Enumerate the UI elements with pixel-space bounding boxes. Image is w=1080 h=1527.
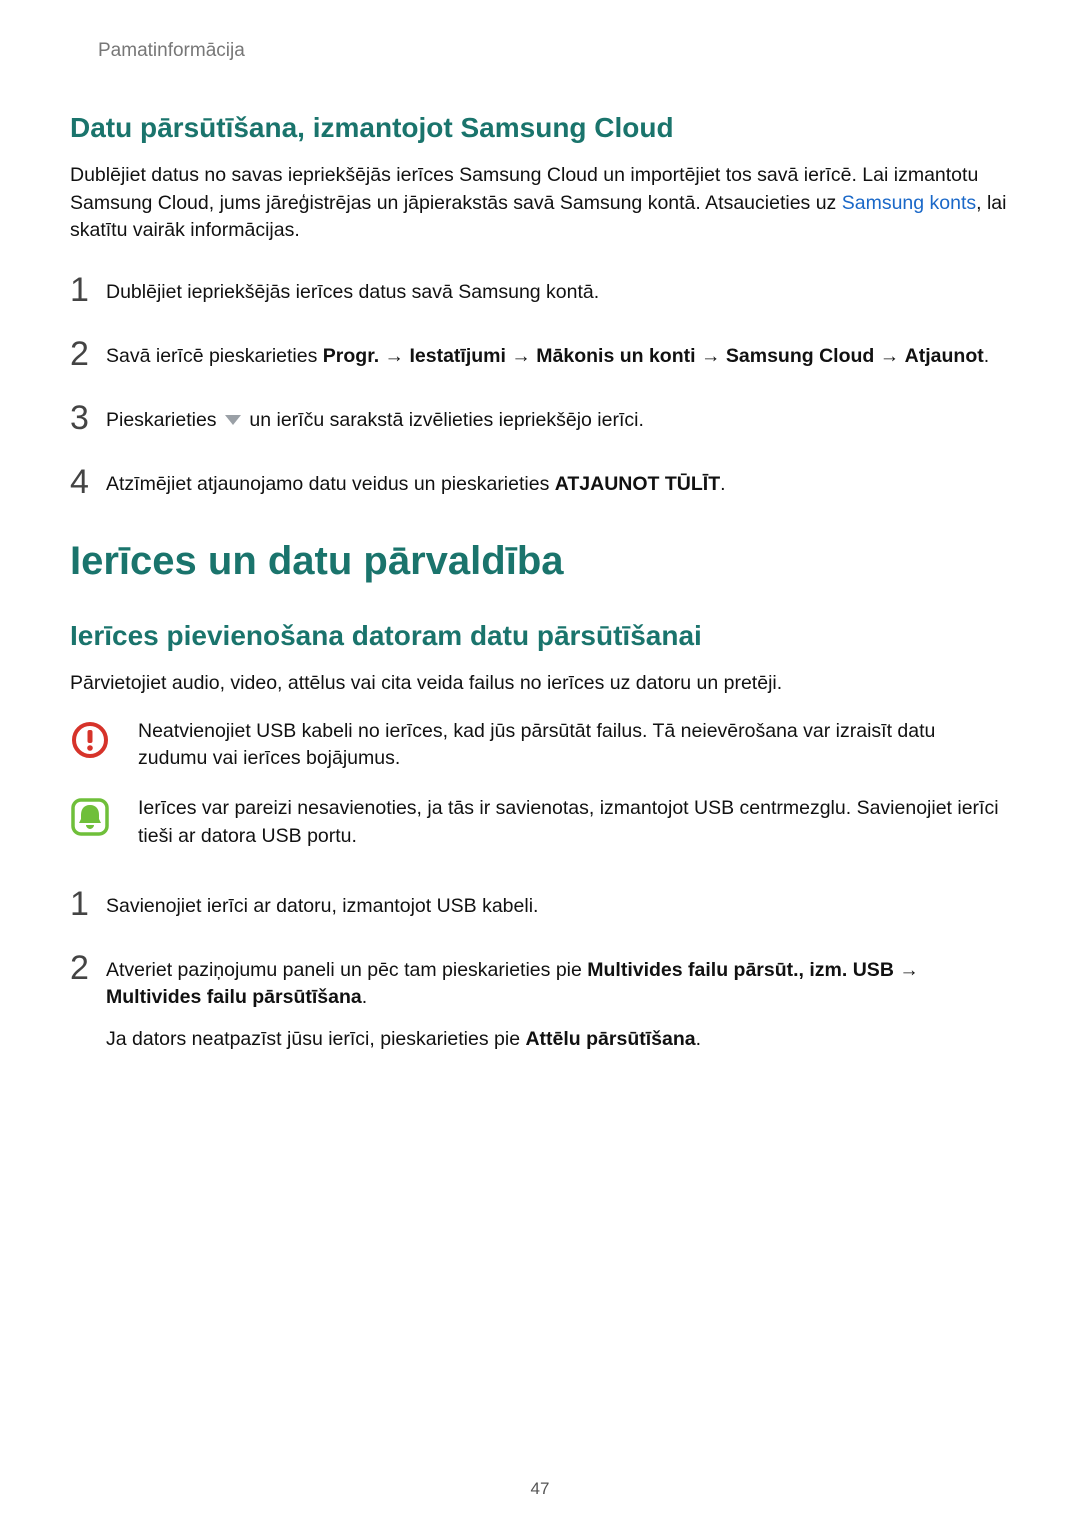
step-text: Atzīmējiet atjaunojamo datu veidus un pi…	[106, 465, 726, 499]
section2-subtitle: Ierīces pievienošana datoram datu pārsūt…	[70, 620, 1010, 652]
bold-text: Mākonis un konti	[536, 345, 695, 367]
section2-intro: Pārvietojiet audio, video, attēlus vai c…	[70, 670, 1010, 698]
section1-step2: 2 Savā ierīcē pieskarieties Progr. → Ies…	[70, 337, 1010, 371]
text: →	[894, 959, 919, 981]
page-number: 47	[0, 1479, 1080, 1499]
section1-title: Datu pārsūtīšana, izmantojot Samsung Clo…	[70, 112, 1010, 144]
step-number: 2	[70, 337, 106, 371]
bold-text: Multivides failu pārsūt., izm. USB	[587, 959, 894, 981]
warning-icon	[70, 720, 110, 760]
samsung-konts-link[interactable]: Samsung konts	[842, 192, 976, 214]
warning-text: Neatvienojiet USB kabeli no ierīces, kad…	[138, 718, 1010, 773]
bold-text: Samsung Cloud	[726, 345, 874, 367]
section1-step4: 4 Atzīmējiet atjaunojamo datu veidus un …	[70, 465, 1010, 499]
step-number: 1	[70, 273, 106, 307]
bold-text: Attēlu pārsūtīšana	[525, 1028, 695, 1050]
bold-text: Iestatījumi	[409, 345, 505, 367]
section1-step1: 1 Dublējiet iepriekšējās ierīces datus s…	[70, 273, 1010, 307]
text: Savā ierīcē pieskarieties	[106, 345, 323, 367]
step-number: 1	[70, 887, 106, 921]
text: .	[984, 345, 989, 367]
text: Pieskarieties	[106, 409, 222, 431]
text: Atzīmējiet atjaunojamo datu veidus un pi…	[106, 473, 555, 495]
text: Ja dators neatpazīst jūsu ierīci, pieska…	[106, 1028, 525, 1050]
bold-text: Multivides failu pārsūtīšana	[106, 986, 362, 1008]
text: .	[696, 1028, 701, 1050]
page-header: Pamatinformācija	[98, 40, 1010, 62]
info-text: Ierīces var pareizi nesavienoties, ja tā…	[138, 795, 1010, 850]
step-number: 4	[70, 465, 106, 499]
text: .	[720, 473, 725, 495]
bold-text: Atjaunot	[905, 345, 984, 367]
section2-step2: 2 Atveriet paziņojumu paneli un pēc tam …	[70, 951, 1010, 1054]
step-text: Pieskarieties un ierīču sarakstā izvēlie…	[106, 401, 644, 435]
step-text: Atveriet paziņojumu paneli un pēc tam pi…	[106, 951, 1010, 1054]
text: →	[696, 345, 726, 367]
bold-text: Progr.	[323, 345, 379, 367]
info-notice: Ierīces var pareizi nesavienoties, ja tā…	[70, 795, 1010, 850]
text: →	[506, 345, 536, 367]
text: un ierīču sarakstā izvēlieties iepriekšē…	[244, 409, 644, 431]
text: Atveriet paziņojumu paneli un pēc tam pi…	[106, 959, 587, 981]
step-text: Savā ierīcē pieskarieties Progr. → Iesta…	[106, 337, 989, 371]
text: .	[362, 986, 367, 1008]
text: →	[874, 345, 904, 367]
text: →	[379, 345, 409, 367]
section2-step1: 1 Savienojiet ierīci ar datoru, izmantoj…	[70, 887, 1010, 921]
section1-step3: 3 Pieskarieties un ierīču sarakstā izvēl…	[70, 401, 1010, 435]
dropdown-triangle-icon	[224, 407, 242, 435]
info-icon	[70, 797, 110, 837]
step-text: Savienojiet ierīci ar datoru, izmantojot…	[106, 887, 538, 921]
step-number: 3	[70, 401, 106, 435]
section2-title: Ierīces un datu pārvaldība	[70, 539, 1010, 584]
warning-notice: Neatvienojiet USB kabeli no ierīces, kad…	[70, 718, 1010, 773]
bold-text: ATJAUNOT TŪLĪT	[555, 473, 720, 495]
step-text: Dublējiet iepriekšējās ierīces datus sav…	[106, 273, 599, 307]
section1-intro: Dublējiet datus no savas iepriekšējās ie…	[70, 162, 1010, 245]
step-number: 2	[70, 951, 106, 985]
